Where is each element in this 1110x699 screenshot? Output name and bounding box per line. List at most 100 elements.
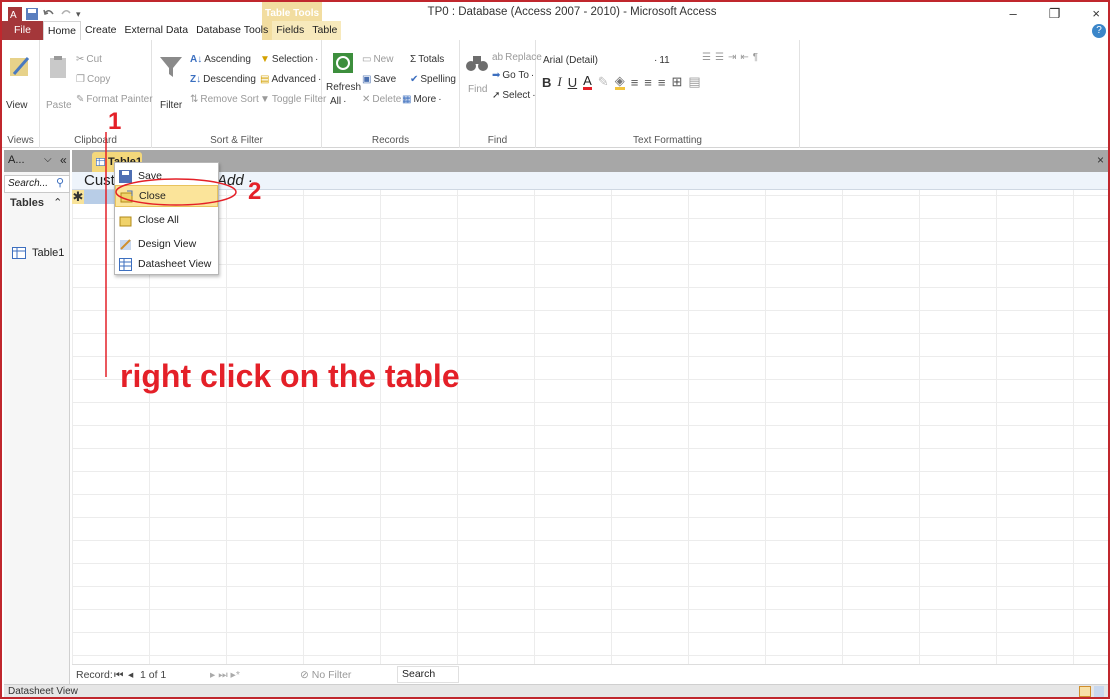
remove-sort-button[interactable]: ⇅ Remove Sort xyxy=(190,94,259,105)
datasheet-view-icon[interactable] xyxy=(1079,686,1091,697)
refresh-icon[interactable] xyxy=(330,50,356,76)
selection-button[interactable]: ▼ Selection · xyxy=(260,54,318,65)
format-buttons[interactable]: B I U A ✎ ◈ ≡ ≡ ≡ ⊞ ▤ xyxy=(542,74,701,90)
align-center-icon[interactable]: ≡ xyxy=(644,75,652,90)
italic-icon[interactable]: I xyxy=(557,74,561,90)
bold-icon[interactable]: B xyxy=(542,75,551,90)
fill-color-icon[interactable]: ◈ xyxy=(614,74,625,90)
tab-home[interactable]: Home xyxy=(42,21,81,40)
paste-button[interactable]: Paste xyxy=(46,100,72,111)
menu-item-design-view[interactable]: Design View xyxy=(115,233,218,255)
totals-button[interactable]: Σ Totals xyxy=(410,54,444,65)
group-find: Find ab Replace ➡ Go To · ➚ Select · Find xyxy=(460,40,542,148)
tab-file[interactable]: File xyxy=(2,21,43,40)
chevron-up-icon: ⌃ xyxy=(53,197,63,209)
search-icon[interactable]: ⚲ xyxy=(56,176,64,189)
view-icon[interactable] xyxy=(8,54,34,80)
group-text-formatting: Arial (Detail) · 11 ☰ ☰ ⇥ ⇤ ¶ B I U A ✎ ◈ ≡ ≡… xyxy=(536,40,800,148)
nav-section-tables[interactable]: Tables ⌃ xyxy=(4,196,70,212)
menu-item-save[interactable]: Save xyxy=(115,165,218,187)
close-window-button[interactable]: × xyxy=(1092,6,1100,22)
replace-icon: ab xyxy=(492,52,504,63)
align-right-icon[interactable]: ≡ xyxy=(658,75,666,90)
datasheet-grid[interactable]: Cust Add · ✱ xyxy=(72,172,1108,670)
gridlines-icon[interactable]: ⊞ xyxy=(671,74,682,90)
advanced-button[interactable]: ▤ Advanced · xyxy=(260,74,321,85)
align-left-icon[interactable]: ≡ xyxy=(631,75,639,90)
no-filter-indicator[interactable]: ⊘ No Filter xyxy=(300,669,351,681)
nav-dropdown-icon[interactable]: ⌵ xyxy=(44,154,52,165)
tab-create[interactable]: Create xyxy=(81,21,121,40)
column-header-cust[interactable]: Cust xyxy=(84,172,115,190)
save-record-button[interactable]: ▣ Save xyxy=(362,74,396,85)
nav-pane-title[interactable]: A... xyxy=(8,154,25,166)
menu-item-close-all[interactable]: Close All xyxy=(115,209,218,231)
tab-database-tools[interactable]: Database Tools xyxy=(192,21,272,40)
customize-qat-icon[interactable]: ▾ xyxy=(76,9,81,20)
copy-button[interactable]: ❐ Copy xyxy=(76,74,110,85)
font-color-icon[interactable]: A xyxy=(583,74,592,90)
record-position[interactable]: 1 of 1 xyxy=(140,669,166,681)
collapse-nav-icon[interactable]: « xyxy=(60,153,67,167)
help-icon[interactable]: ? xyxy=(1092,24,1106,38)
ascending-button[interactable]: A↓ Ascending xyxy=(190,54,251,65)
font-select[interactable]: Arial (Detail) xyxy=(542,52,646,69)
filter-button[interactable]: Filter xyxy=(160,100,182,111)
group-label: Sort & Filter xyxy=(210,135,263,146)
prev-record-button[interactable]: ◂ xyxy=(128,669,133,681)
spelling-button[interactable]: ✔ Spelling xyxy=(410,74,456,85)
format-painter-button[interactable]: ✎ Format Painter xyxy=(76,94,153,105)
title-bar: A ▾ Table Tools TP0 : Database (Access 2… xyxy=(2,2,1108,40)
menu-item-close[interactable]: Close xyxy=(115,185,218,207)
tab-fields[interactable]: Fields xyxy=(272,21,309,40)
access-logo-icon: A xyxy=(8,7,22,21)
nav-item-table1[interactable]: Table1 xyxy=(12,247,64,259)
binoculars-icon[interactable] xyxy=(464,50,490,76)
underline-icon[interactable]: U xyxy=(568,75,577,90)
close-doc-icon[interactable]: × xyxy=(1097,153,1104,167)
nav-pane-header[interactable]: A... ⌵ « xyxy=(4,150,70,172)
cut-icon: ✂ xyxy=(76,54,85,65)
record-navigator: Record: ⏮ ◂ 1 of 1 ▸ ⏭ ▸* ⊘ No Filter Se… xyxy=(72,664,1108,684)
descending-button[interactable]: Z↓ Descending xyxy=(190,74,256,85)
list-indent-buttons[interactable]: ☰ ☰ ⇥ ⇤ ¶ xyxy=(702,52,760,63)
sort-ascending-icon: A↓ xyxy=(190,54,203,65)
design-view-icon[interactable] xyxy=(1094,686,1104,697)
next-record-buttons[interactable]: ▸ ⏭ ▸* xyxy=(210,669,240,682)
save-icon[interactable] xyxy=(25,7,39,21)
tab-external-data[interactable]: External Data xyxy=(120,21,192,40)
goto-button[interactable]: ➡ Go To · xyxy=(492,70,534,81)
toggle-filter-button[interactable]: ▼ Toggle Filter xyxy=(260,94,326,105)
outdent-icon: ⇤ xyxy=(740,52,751,63)
new-record-icon: ▭ xyxy=(362,54,372,65)
redo-icon[interactable] xyxy=(59,7,73,21)
more-button[interactable]: ▦ More · xyxy=(402,94,442,105)
select-button[interactable]: ➚ Select · xyxy=(492,90,536,101)
record-search-input[interactable]: Search xyxy=(397,666,459,683)
refresh-all-dropdown[interactable]: All · xyxy=(330,96,346,107)
filter-icon[interactable] xyxy=(158,54,184,80)
datasheet-header-row: Cust Add · xyxy=(72,172,1108,190)
highlight-icon[interactable]: ✎ xyxy=(598,74,609,90)
font-size-select[interactable]: · 11 xyxy=(654,52,694,69)
find-button[interactable]: Find xyxy=(468,84,487,95)
context-menu: Save Close Close All Design View Datashe… xyxy=(114,162,219,275)
ribbon: View Views Paste ✂ Cut ❐ Copy ✎ Format Pain… xyxy=(2,40,1108,148)
cut-button[interactable]: ✂ Cut xyxy=(76,54,102,65)
restore-button[interactable]: ❐ xyxy=(1049,6,1061,22)
tab-table[interactable]: Table xyxy=(308,21,342,40)
delete-record-button[interactable]: ✕ Delete · xyxy=(362,94,407,105)
alt-row-color-icon[interactable]: ▤ xyxy=(688,74,700,90)
paste-icon[interactable] xyxy=(46,54,72,80)
replace-button[interactable]: ab Replace xyxy=(492,52,542,63)
group-sort-filter: Filter A↓ Ascending Z↓ Descending ⇅ Remove … xyxy=(152,40,326,148)
view-button[interactable]: View xyxy=(6,100,28,111)
first-record-button[interactable]: ⏮ xyxy=(114,669,123,682)
menu-item-datasheet-view[interactable]: Datasheet View xyxy=(115,253,218,275)
minimize-button[interactable]: – xyxy=(1010,6,1017,22)
advanced-filter-icon: ▤ xyxy=(260,74,270,85)
new-record-button[interactable]: ▭ New xyxy=(362,54,393,65)
undo-icon[interactable] xyxy=(42,7,56,21)
refresh-all-button[interactable]: Refresh xyxy=(326,82,361,93)
format-painter-icon: ✎ xyxy=(76,94,85,105)
